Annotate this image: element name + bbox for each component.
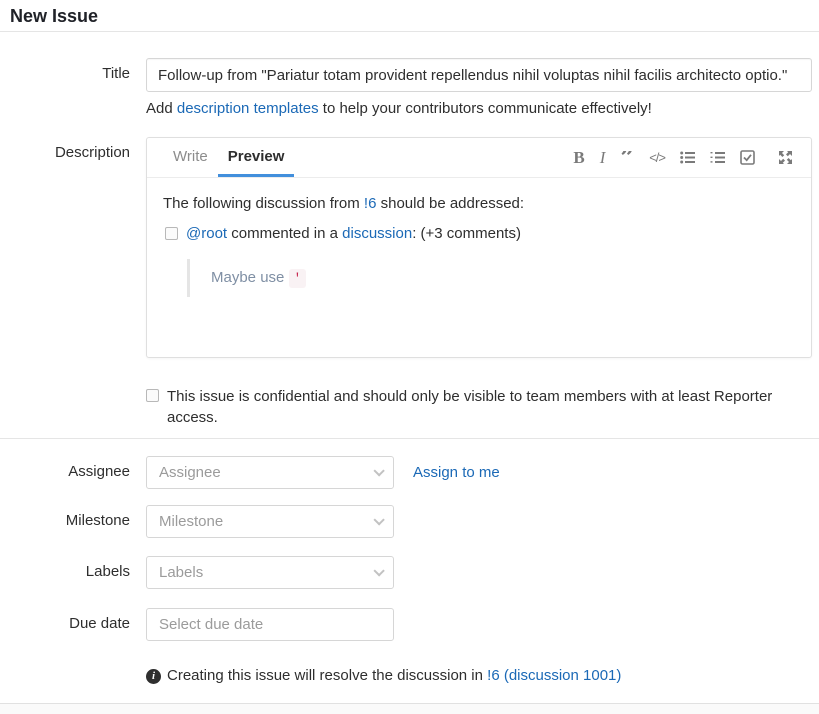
description-label: Description bbox=[0, 137, 130, 358]
resolve-note-text: Creating this issue will resolve the dis… bbox=[167, 666, 621, 686]
chevron-down-icon bbox=[373, 465, 384, 476]
confidential-checkbox[interactable] bbox=[146, 389, 159, 402]
tab-preview[interactable]: Preview bbox=[218, 138, 295, 177]
description-templates-link[interactable]: description templates bbox=[177, 100, 319, 117]
task-list-item: @root commented in a discussion: (+3 com… bbox=[165, 223, 795, 244]
section-divider bbox=[0, 438, 819, 439]
labels-label: Labels bbox=[0, 556, 130, 589]
fullscreen-icon[interactable] bbox=[778, 150, 793, 165]
quoted-comment: Maybe use ' bbox=[187, 259, 795, 297]
user-link[interactable]: @root bbox=[186, 225, 227, 242]
bold-icon[interactable]: B bbox=[573, 148, 584, 168]
due-date-row: Due date bbox=[0, 608, 819, 641]
title-help-row: Add description templates to help your c… bbox=[0, 99, 819, 119]
title-row: Title bbox=[0, 58, 819, 92]
task-list-icon[interactable] bbox=[740, 150, 755, 165]
confidential-row: This issue is confidential and should on… bbox=[0, 386, 819, 428]
assign-to-me-link[interactable]: Assign to me bbox=[413, 456, 500, 489]
preview-pane: The following discussion from !6 should … bbox=[147, 178, 811, 312]
info-icon: i bbox=[146, 669, 161, 684]
title-help-text: Add description templates to help your c… bbox=[146, 99, 819, 119]
issue-title-input[interactable] bbox=[146, 58, 812, 92]
page-title: New Issue bbox=[10, 5, 809, 28]
due-date-input[interactable] bbox=[146, 608, 394, 641]
due-date-label: Due date bbox=[0, 608, 130, 641]
confidential-label: This issue is confidential and should on… bbox=[167, 386, 819, 428]
task-checkbox bbox=[165, 227, 178, 240]
tab-write[interactable]: Write bbox=[163, 138, 218, 177]
discussion-link[interactable]: discussion bbox=[342, 225, 412, 242]
code-icon[interactable]: </> bbox=[649, 150, 665, 165]
italic-icon[interactable]: I bbox=[600, 148, 606, 168]
milestone-dropdown[interactable]: Milestone bbox=[146, 505, 394, 538]
merge-request-link[interactable]: !6 bbox=[364, 195, 377, 212]
editor-toolbar: B I ” </> bbox=[573, 138, 811, 177]
inline-code: ' bbox=[289, 269, 307, 288]
milestone-row: Milestone Milestone bbox=[0, 505, 819, 538]
resolve-discussion-link[interactable]: !6 (discussion 1001) bbox=[487, 667, 621, 684]
assignee-dropdown[interactable]: Assignee bbox=[146, 456, 394, 489]
chevron-down-icon bbox=[373, 565, 384, 576]
assignee-row: Assignee Assignee Assign to me bbox=[0, 456, 819, 489]
milestone-label: Milestone bbox=[0, 505, 130, 538]
description-row: Description Write Preview B I ” </> bbox=[0, 137, 819, 358]
assignee-label: Assignee bbox=[0, 456, 130, 489]
description-editor: Write Preview B I ” </> bbox=[146, 137, 812, 358]
quote-icon[interactable]: ” bbox=[620, 151, 634, 165]
page-header: New Issue bbox=[0, 0, 819, 32]
form-actions-footer bbox=[0, 703, 819, 714]
chevron-down-icon bbox=[373, 514, 384, 525]
bullet-list-icon[interactable] bbox=[680, 150, 695, 165]
title-label: Title bbox=[0, 58, 130, 92]
task-text: @root commented in a discussion: (+3 com… bbox=[186, 223, 521, 244]
labels-row: Labels Labels bbox=[0, 556, 819, 589]
preview-intro: The following discussion from !6 should … bbox=[163, 193, 795, 214]
editor-header: Write Preview B I ” </> bbox=[147, 138, 811, 178]
numbered-list-icon[interactable] bbox=[710, 150, 725, 165]
resolve-note-row: i Creating this issue will resolve the d… bbox=[0, 666, 819, 686]
labels-dropdown[interactable]: Labels bbox=[146, 556, 394, 589]
